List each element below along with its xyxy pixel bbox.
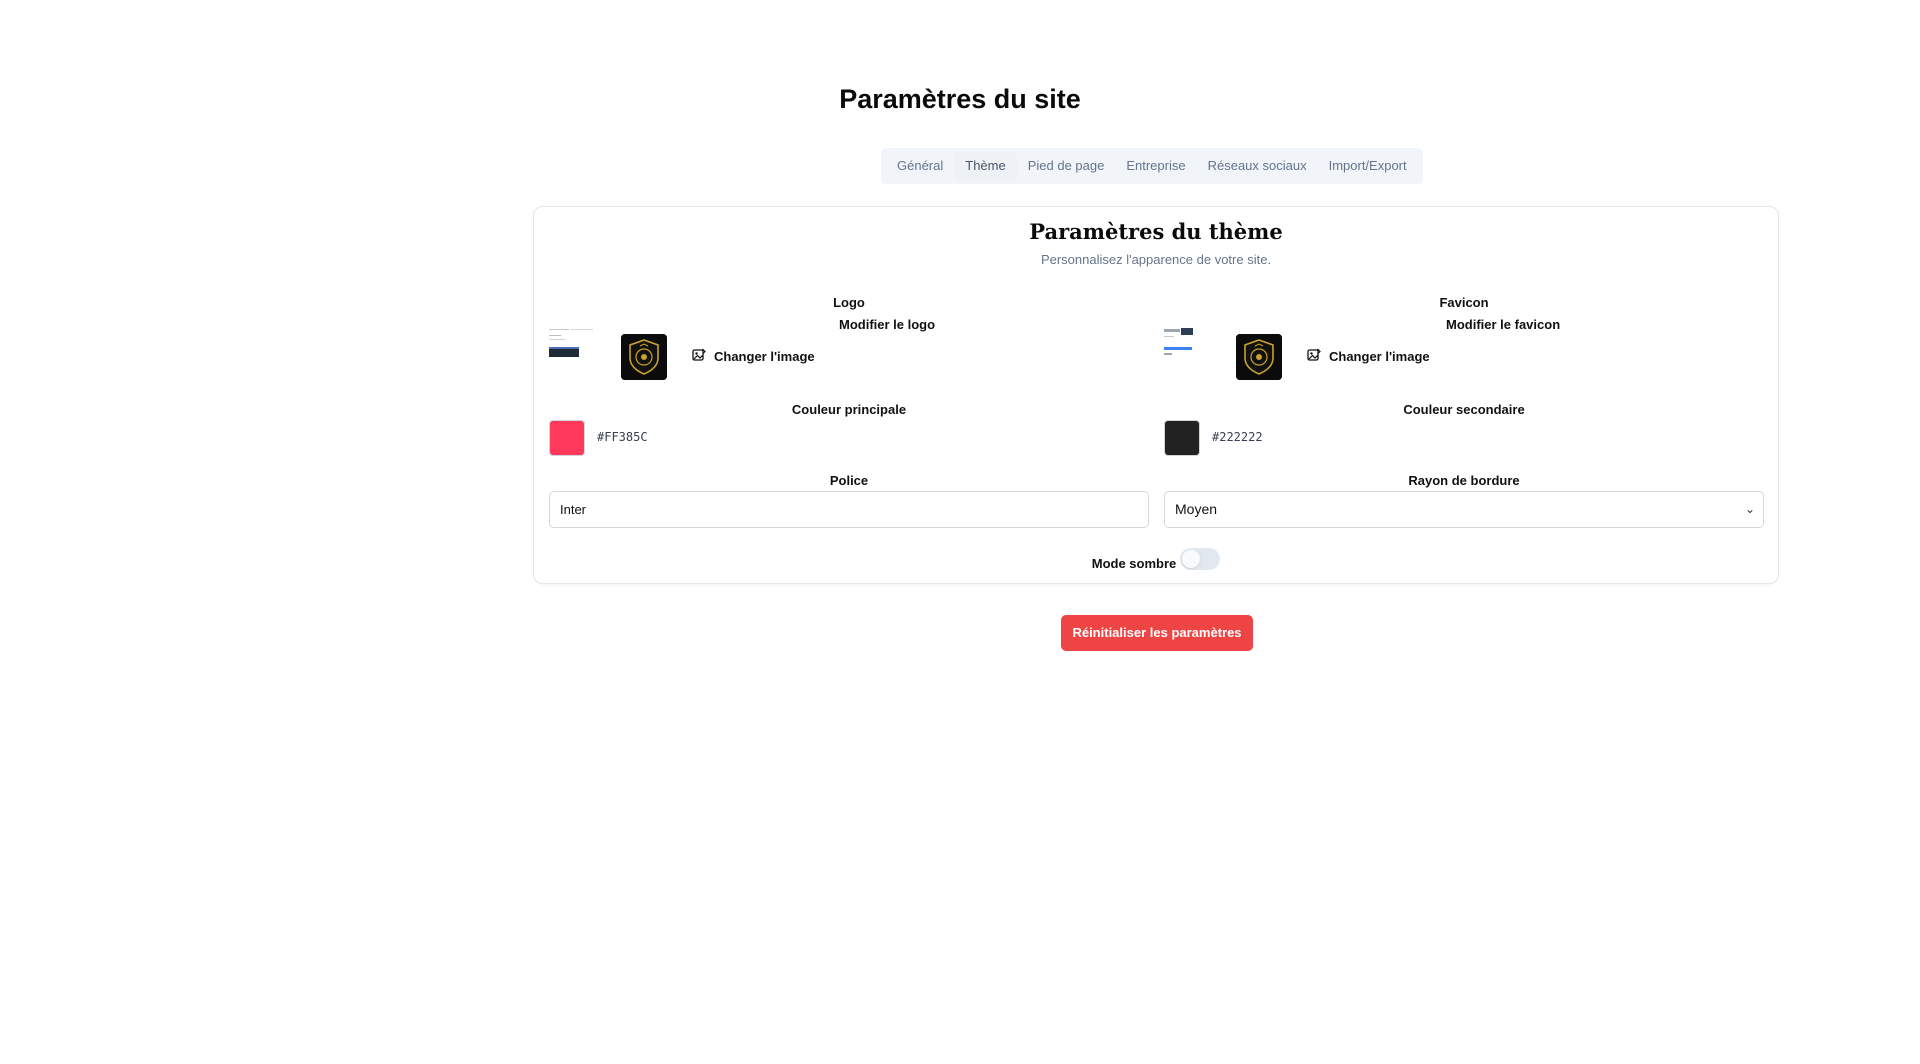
toggle-knob <box>1182 550 1201 568</box>
logo-change-image-button[interactable]: Changer l'image <box>692 348 815 365</box>
font-label: Police <box>829 473 869 488</box>
tab-footer[interactable]: Pied de page <box>1017 152 1116 180</box>
favicon-preview-thumbnail <box>1164 327 1210 361</box>
page-title: Paramètres du site <box>839 84 1081 114</box>
primary-color-label: Couleur principale <box>791 402 907 417</box>
favicon-label: Favicon <box>1439 295 1489 310</box>
logo-label: Logo <box>833 295 865 310</box>
favicon-change-image-button[interactable]: Changer l'image <box>1307 348 1430 365</box>
tab-general[interactable]: Général <box>886 152 954 180</box>
reset-settings-button[interactable]: Réinitialiser les paramètres <box>1061 615 1253 651</box>
primary-color-swatch[interactable] <box>549 420 585 456</box>
dark-mode-toggle[interactable] <box>1180 548 1221 570</box>
right-column: Favicon Modifier le favicon Changer l'im… <box>1164 207 1764 583</box>
secondary-color-swatch[interactable] <box>1164 420 1200 456</box>
image-edit-icon <box>692 348 706 365</box>
tab-import-export[interactable]: Import/Export <box>1318 152 1418 180</box>
logo-edit-label: Modifier le logo <box>839 317 936 332</box>
border-radius-select[interactable]: Moyen ⌄ <box>1164 491 1764 528</box>
logo-change-image-label: Changer l'image <box>714 349 815 364</box>
left-column: Logo Modifier le logo Changer l'image Co… <box>549 207 1149 583</box>
image-edit-icon <box>1307 348 1321 365</box>
border-radius-selected-value: Moyen <box>1175 501 1218 517</box>
theme-settings-card: Paramètres du thème Personnalisez l'appa… <box>533 206 1779 584</box>
tab-company[interactable]: Entreprise <box>1115 152 1196 180</box>
dark-mode-label: Mode sombre <box>1091 556 1177 571</box>
chevron-down-icon: ⌄ <box>1744 502 1755 516</box>
favicon-edit-label: Modifier le favicon <box>1446 317 1561 332</box>
border-radius-label: Rayon de bordure <box>1408 473 1520 488</box>
tab-social[interactable]: Réseaux sociaux <box>1197 152 1318 180</box>
font-input[interactable]: Inter <box>549 491 1149 528</box>
settings-tabs: Général Thème Pied de page Entreprise Ré… <box>881 148 1423 184</box>
logo-preview-thumbnail <box>549 327 595 361</box>
dark-mode-row: Mode sombre <box>534 548 1778 571</box>
secondary-color-value: #222222 <box>1212 430 1263 444</box>
tab-theme[interactable]: Thème <box>954 152 1017 180</box>
logo-emblem-image <box>621 334 667 380</box>
secondary-color-label: Couleur secondaire <box>1403 402 1525 417</box>
favicon-change-image-label: Changer l'image <box>1329 349 1430 364</box>
primary-color-value: #FF385C <box>597 430 648 444</box>
favicon-emblem-image <box>1236 334 1282 380</box>
